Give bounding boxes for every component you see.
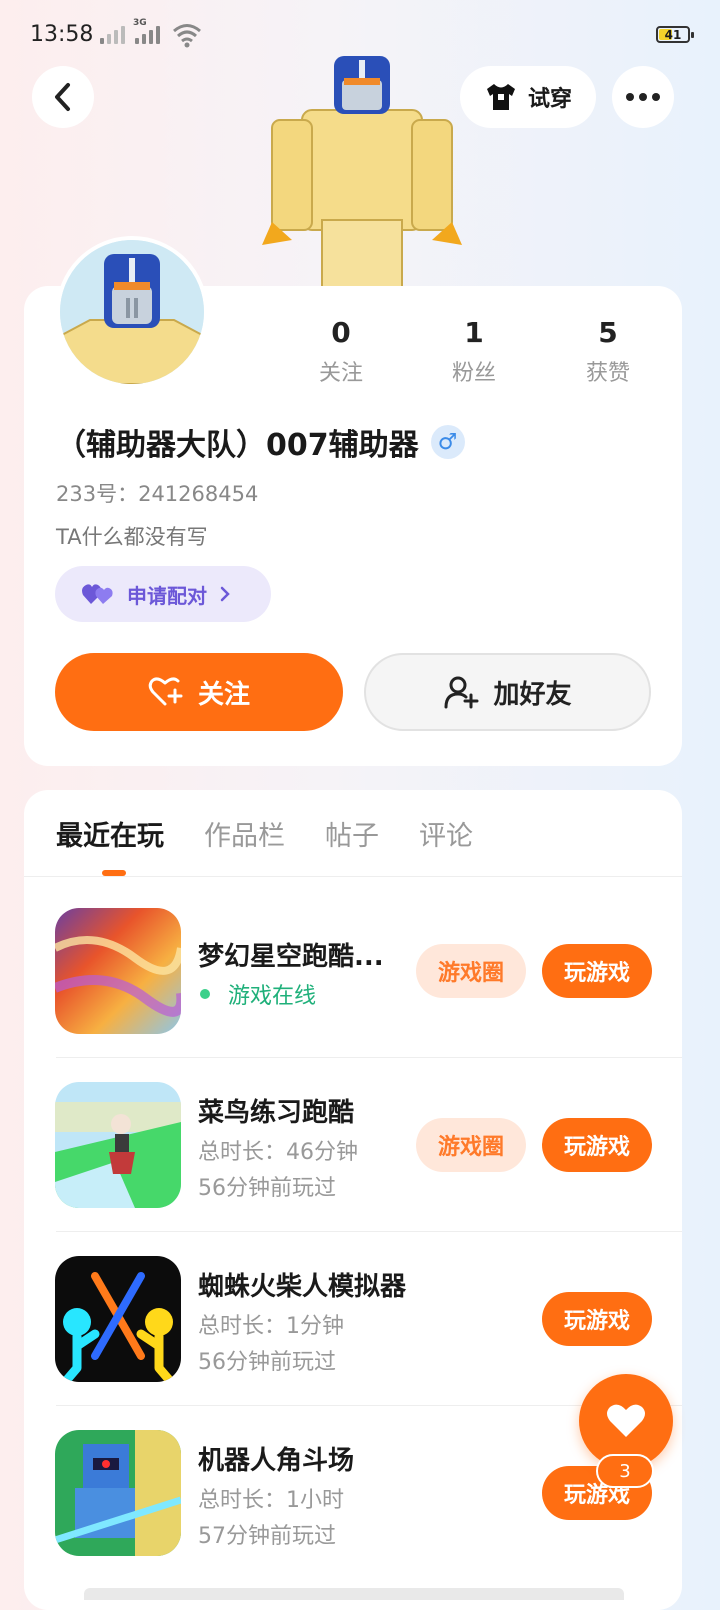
stat-likes-label: 获赞 [585,361,630,386]
tabs-divider [24,876,682,877]
tab-comments[interactable]: 评论 [419,814,473,853]
robot-avatar-icon [60,240,204,384]
play-game-button[interactable]: 玩游戏 [542,1118,652,1172]
game-name: 梦幻星空跑酷... [198,942,384,972]
more-dot-icon [639,93,647,101]
follow-button[interactable]: 关注 [55,653,343,731]
online-dot-icon [200,989,210,999]
game-row[interactable]: 菜鸟练习跑酷 总时长：46分钟 56分钟前玩过 游戏圈 玩游戏 [24,1058,682,1232]
tab-posts[interactable]: 帖子 [325,814,379,853]
add-user-icon [444,676,479,709]
back-button[interactable] [32,66,94,128]
more-options-button[interactable] [612,66,674,128]
more-dot-icon [626,93,634,101]
game-last-played: 56分钟前玩过 [198,1176,336,1201]
try-on-button[interactable]: 试穿 [460,66,596,128]
add-friend-button[interactable]: 加好友 [364,653,651,731]
chevron-left-icon [55,83,70,111]
follow-label: 关注 [197,679,250,710]
double-heart-icon [82,584,113,604]
play-game-button[interactable]: 玩游戏 [542,1292,652,1346]
game-last-played: 56分钟前玩过 [198,1350,336,1375]
avatar[interactable] [56,236,208,388]
signal-strength-icon [100,24,125,44]
game-circle-button[interactable]: 游戏圈 [416,944,526,998]
request-pair-button[interactable]: 申请配对 [55,566,271,622]
tshirt-icon [486,84,515,110]
game-icon-spider-stickman [55,1256,181,1382]
tab-recently-played[interactable]: 最近在玩 [56,814,164,853]
stat-fans[interactable]: 1 粉丝 [419,316,529,387]
stat-fans-value: 1 [464,316,484,349]
game-name: 机器人角斗场 [198,1446,355,1476]
stat-fans-label: 粉丝 [451,361,496,386]
heart-plus-icon [148,677,183,706]
game-online-status: 游戏在线 [198,978,316,1010]
game-duration: 总时长：1分钟 [198,1314,344,1339]
game-duration: 总时长：46分钟 [198,1140,358,1165]
male-gender-icon: ♂ [430,425,465,459]
bottom-strip [84,1588,624,1600]
add-friend-label: 加好友 [493,679,572,710]
game-icon-rookie-parkour [55,1082,181,1208]
heart-icon [607,1404,645,1437]
game-duration: 总时长：1小时 [198,1488,344,1513]
game-last-played: 57分钟前玩过 [198,1524,336,1549]
fab-count-badge: 3 [596,1454,654,1488]
game-circle-button[interactable]: 游戏圈 [416,1118,526,1172]
stat-following[interactable]: 0 关注 [286,316,396,387]
robot-avatar-illustration [262,56,462,290]
stat-likes-value: 5 [598,316,618,349]
game-row[interactable]: 梦幻星空跑酷... 游戏在线 游戏圈 玩游戏 [24,884,682,1058]
request-pair-label: 申请配对 [127,583,207,608]
stat-following-value: 0 [331,316,351,349]
bio-text: TA什么都没有写 [56,525,208,549]
chevron-right-icon [220,586,230,602]
game-name: 菜鸟练习跑酷 [198,1098,355,1128]
profile-tabs: 最近在玩 作品栏 帖子 评论 [56,814,473,853]
signal-icons: 3G [100,18,160,44]
username: （辅助器大队）007辅助器 ♂ [56,420,465,464]
game-icon-robot-arena [55,1430,181,1556]
stat-likes[interactable]: 5 获赞 [553,316,663,387]
signal-3g-icon: 3G [133,18,160,44]
battery-icon: 41 [656,26,694,43]
play-game-button[interactable]: 玩游戏 [542,944,652,998]
status-time: 13:58 [30,22,94,47]
stat-following-label: 关注 [318,361,363,386]
wifi-icon [173,24,201,48]
try-on-label: 试穿 [527,87,572,112]
game-name: 蜘蛛火柴人模拟器 [198,1272,407,1302]
username-text: （辅助器大队）007辅助器 [56,428,419,463]
tab-works[interactable]: 作品栏 [204,814,285,853]
game-icon-dream-parkour [55,908,181,1034]
game-row[interactable]: 蜘蛛火柴人模拟器 总时长：1分钟 56分钟前玩过 玩游戏 [24,1232,682,1406]
user-id: 233号：241268454 [56,482,259,506]
more-dot-icon [652,93,660,101]
